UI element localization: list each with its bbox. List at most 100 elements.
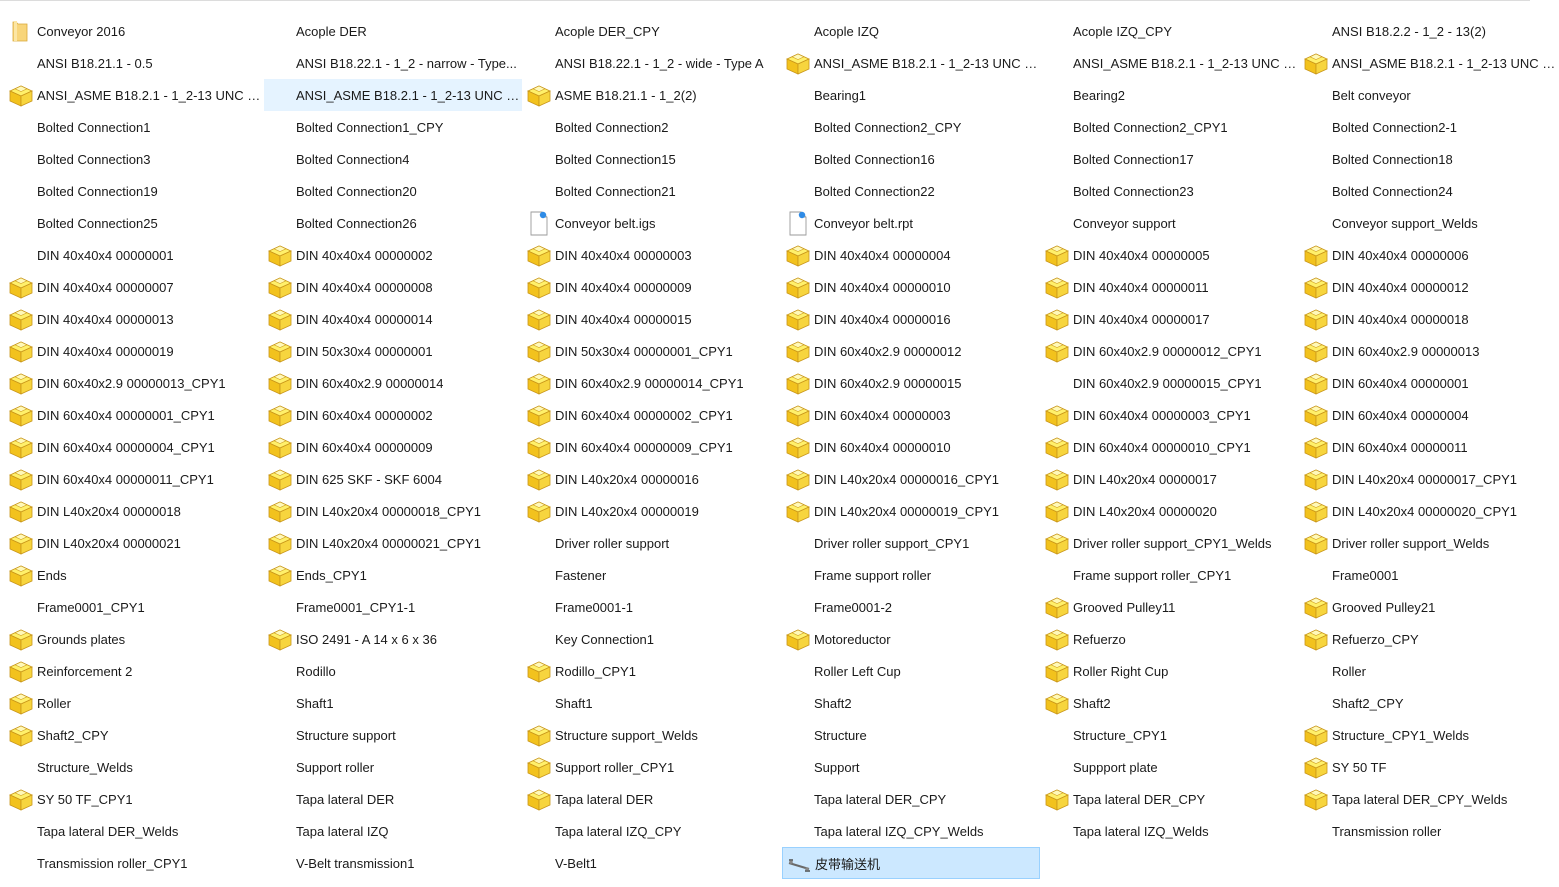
- file-item[interactable]: Bolted Connection2_CPY: [782, 111, 1040, 143]
- file-item[interactable]: SY 50 TF_CPY1: [5, 783, 263, 815]
- file-item[interactable]: ANSI B18.2.2 - 1_2 - 13(2): [1300, 15, 1558, 47]
- file-item[interactable]: ANSI B18.22.1 - 1_2 - wide - Type A: [523, 47, 781, 79]
- file-item[interactable]: DIN 40x40x4 00000014: [264, 303, 522, 335]
- file-item[interactable]: Structure_CPY1: [1041, 719, 1299, 751]
- file-item[interactable]: ANSI B18.22.1 - 1_2 - narrow - Type...: [264, 47, 522, 79]
- file-item[interactable]: Tapa lateral DER: [264, 783, 522, 815]
- file-item[interactable]: DIN L40x20x4 00000020_CPY1: [1300, 495, 1558, 527]
- file-item[interactable]: DIN 40x40x4 00000008: [264, 271, 522, 303]
- file-item[interactable]: ANSI_ASME B18.2.1 - 1_2-13 UNC - ...: [5, 79, 263, 111]
- file-item[interactable]: Driver roller support: [523, 527, 781, 559]
- file-item[interactable]: DIN 40x40x4 00000002: [264, 239, 522, 271]
- file-item[interactable]: DIN 40x40x4 00000005: [1041, 239, 1299, 271]
- file-item[interactable]: DIN 40x40x4 00000010: [782, 271, 1040, 303]
- file-item[interactable]: Structure_CPY1_Welds: [1300, 719, 1558, 751]
- file-item[interactable]: DIN 60x40x4 00000003_CPY1: [1041, 399, 1299, 431]
- file-item[interactable]: V-Belt transmission1: [264, 847, 522, 879]
- file-item[interactable]: DIN 60x40x4 00000011: [1300, 431, 1558, 463]
- file-item[interactable]: Shaft2_CPY: [5, 719, 263, 751]
- file-item[interactable]: Ends: [5, 559, 263, 591]
- file-item[interactable]: Shaft2: [1041, 687, 1299, 719]
- file-item[interactable]: ANSI_ASME B18.2.1 - 1_2-13 UNC - ...: [1041, 47, 1299, 79]
- file-item[interactable]: DIN 40x40x4 00000003: [523, 239, 781, 271]
- file-item[interactable]: Shaft1: [523, 687, 781, 719]
- file-item[interactable]: Frame0001-2: [782, 591, 1040, 623]
- file-item[interactable]: Conveyor support_Welds: [1300, 207, 1558, 239]
- file-item[interactable]: Conveyor belt.igs: [523, 207, 781, 239]
- file-item[interactable]: Transmission roller: [1300, 815, 1558, 847]
- file-item[interactable]: ANSI B18.21.1 - 0.5: [5, 47, 263, 79]
- file-item[interactable]: DIN 60x40x4 00000004_CPY1: [5, 431, 263, 463]
- file-item[interactable]: DIN L40x20x4 00000017_CPY1: [1300, 463, 1558, 495]
- file-item[interactable]: Acople DER: [264, 15, 522, 47]
- file-item[interactable]: Refuerzo: [1041, 623, 1299, 655]
- file-item[interactable]: DIN 60x40x4 00000011_CPY1: [5, 463, 263, 495]
- file-item[interactable]: ANSI_ASME B18.2.1 - 1_2-13 UNC - ...: [782, 47, 1040, 79]
- file-item[interactable]: DIN 60x40x4 00000003: [782, 399, 1040, 431]
- file-item[interactable]: Bearing1: [782, 79, 1040, 111]
- file-item[interactable]: Conveyor belt.rpt: [782, 207, 1040, 239]
- file-item[interactable]: DIN 60x40x4 00000009: [264, 431, 522, 463]
- file-item[interactable]: V-Belt1: [523, 847, 781, 879]
- file-item[interactable]: DIN 60x40x2.9 00000012_CPY1: [1041, 335, 1299, 367]
- file-item[interactable]: 皮带输送机: [782, 847, 1040, 879]
- file-item[interactable]: DIN L40x20x4 00000021: [5, 527, 263, 559]
- file-item[interactable]: DIN L40x20x4 00000021_CPY1: [264, 527, 522, 559]
- file-item[interactable]: Shaft2_CPY: [1300, 687, 1558, 719]
- file-item[interactable]: DIN 40x40x4 00000006: [1300, 239, 1558, 271]
- file-item[interactable]: DIN L40x20x4 00000019_CPY1: [782, 495, 1040, 527]
- file-item[interactable]: DIN 60x40x4 00000001: [1300, 367, 1558, 399]
- file-item[interactable]: DIN L40x20x4 00000019: [523, 495, 781, 527]
- file-item[interactable]: Bolted Connection24: [1300, 175, 1558, 207]
- file-item[interactable]: DIN 625 SKF - SKF 6004: [264, 463, 522, 495]
- file-item[interactable]: DIN 60x40x4 00000009_CPY1: [523, 431, 781, 463]
- file-item[interactable]: Bolted Connection16: [782, 143, 1040, 175]
- file-item[interactable]: Tapa lateral IZQ_CPY_Welds: [782, 815, 1040, 847]
- file-item[interactable]: DIN 40x40x4 00000018: [1300, 303, 1558, 335]
- file-item[interactable]: Support roller: [264, 751, 522, 783]
- file-item[interactable]: Bolted Connection23: [1041, 175, 1299, 207]
- file-item[interactable]: Driver roller support_Welds: [1300, 527, 1558, 559]
- file-item[interactable]: DIN 40x40x4 00000017: [1041, 303, 1299, 335]
- file-item[interactable]: DIN 60x40x2.9 00000012: [782, 335, 1040, 367]
- file-item[interactable]: Acople IZQ_CPY: [1041, 15, 1299, 47]
- file-item[interactable]: DIN 60x40x4 00000010_CPY1: [1041, 431, 1299, 463]
- file-item[interactable]: DIN 40x40x4 00000011: [1041, 271, 1299, 303]
- file-item[interactable]: DIN 60x40x4 00000001_CPY1: [5, 399, 263, 431]
- file-item[interactable]: DIN 60x40x2.9 00000014_CPY1: [523, 367, 781, 399]
- file-item[interactable]: ANSI_ASME B18.2.1 - 1_2-13 UNC - ...: [1300, 47, 1558, 79]
- file-item[interactable]: Structure support_Welds: [523, 719, 781, 751]
- file-item[interactable]: Tapa lateral DER_CPY: [782, 783, 1040, 815]
- file-item[interactable]: Tapa lateral IZQ: [264, 815, 522, 847]
- file-item[interactable]: DIN 60x40x2.9 00000015_CPY1: [1041, 367, 1299, 399]
- file-item[interactable]: Roller Left Cup: [782, 655, 1040, 687]
- file-item[interactable]: Shaft1: [264, 687, 522, 719]
- file-item[interactable]: Support: [782, 751, 1040, 783]
- file-item[interactable]: Conveyor support: [1041, 207, 1299, 239]
- file-item[interactable]: DIN L40x20x4 00000016: [523, 463, 781, 495]
- file-item[interactable]: Belt conveyor: [1300, 79, 1558, 111]
- file-item[interactable]: Bolted Connection18: [1300, 143, 1558, 175]
- file-item[interactable]: ASME B18.21.1 - 1_2(2): [523, 79, 781, 111]
- file-item[interactable]: Grooved Pulley21: [1300, 591, 1558, 623]
- file-item[interactable]: SY 50 TF: [1300, 751, 1558, 783]
- file-item[interactable]: DIN 40x40x4 00000019: [5, 335, 263, 367]
- file-item[interactable]: DIN L40x20x4 00000017: [1041, 463, 1299, 495]
- file-item[interactable]: Tapa lateral DER_CPY_Welds: [1300, 783, 1558, 815]
- file-item[interactable]: DIN 50x30x4 00000001_CPY1: [523, 335, 781, 367]
- file-item[interactable]: Structure support: [264, 719, 522, 751]
- file-item[interactable]: DIN 60x40x2.9 00000013: [1300, 335, 1558, 367]
- file-item[interactable]: DIN 40x40x4 00000004: [782, 239, 1040, 271]
- file-item[interactable]: DIN L40x20x4 00000020: [1041, 495, 1299, 527]
- file-item[interactable]: Roller Right Cup: [1041, 655, 1299, 687]
- file-item[interactable]: DIN 60x40x2.9 00000013_CPY1: [5, 367, 263, 399]
- file-item[interactable]: Rodillo: [264, 655, 522, 687]
- file-item[interactable]: Bolted Connection25: [5, 207, 263, 239]
- file-item[interactable]: Driver roller support_CPY1: [782, 527, 1040, 559]
- file-item[interactable]: Refuerzo_CPY: [1300, 623, 1558, 655]
- file-item[interactable]: Structure: [782, 719, 1040, 751]
- file-item[interactable]: DIN 40x40x4 00000007: [5, 271, 263, 303]
- file-item[interactable]: Reinforcement 2: [5, 655, 263, 687]
- file-item[interactable]: Bolted Connection2_CPY1: [1041, 111, 1299, 143]
- file-item[interactable]: Tapa lateral IZQ_Welds: [1041, 815, 1299, 847]
